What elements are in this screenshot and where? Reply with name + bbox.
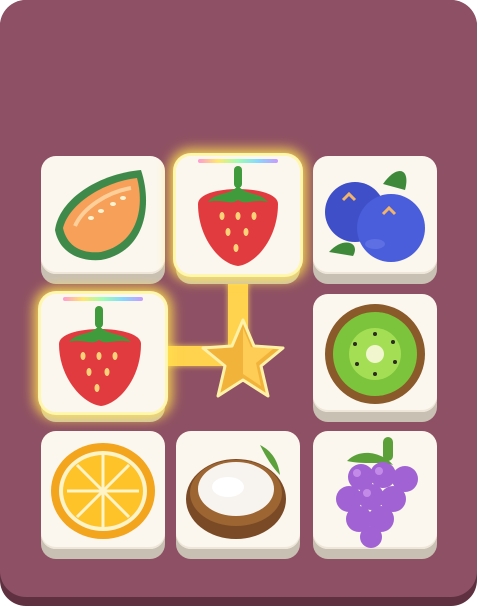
star-icon — [201, 318, 285, 398]
cantaloupe-icon — [55, 170, 147, 261]
blueberry-icon — [325, 171, 425, 262]
strawberry-icon — [198, 166, 278, 266]
tile-grapes[interactable] — [313, 431, 437, 559]
tile-kiwi[interactable] — [313, 294, 437, 422]
tile-strawberry-selected[interactable] — [41, 294, 165, 422]
kiwi-icon — [325, 304, 425, 404]
coconut-icon — [186, 445, 286, 539]
tile-cantaloupe[interactable] — [41, 156, 165, 284]
tile-orange-slice[interactable] — [41, 431, 165, 559]
strawberry-icon — [59, 306, 141, 406]
game-board — [0, 0, 477, 615]
tile-strawberry-selected[interactable] — [176, 156, 300, 284]
tile-coconut[interactable] — [176, 431, 300, 559]
orange-slice-icon — [51, 443, 155, 539]
tile-blueberry[interactable] — [313, 156, 437, 284]
grapes-icon — [336, 437, 418, 548]
